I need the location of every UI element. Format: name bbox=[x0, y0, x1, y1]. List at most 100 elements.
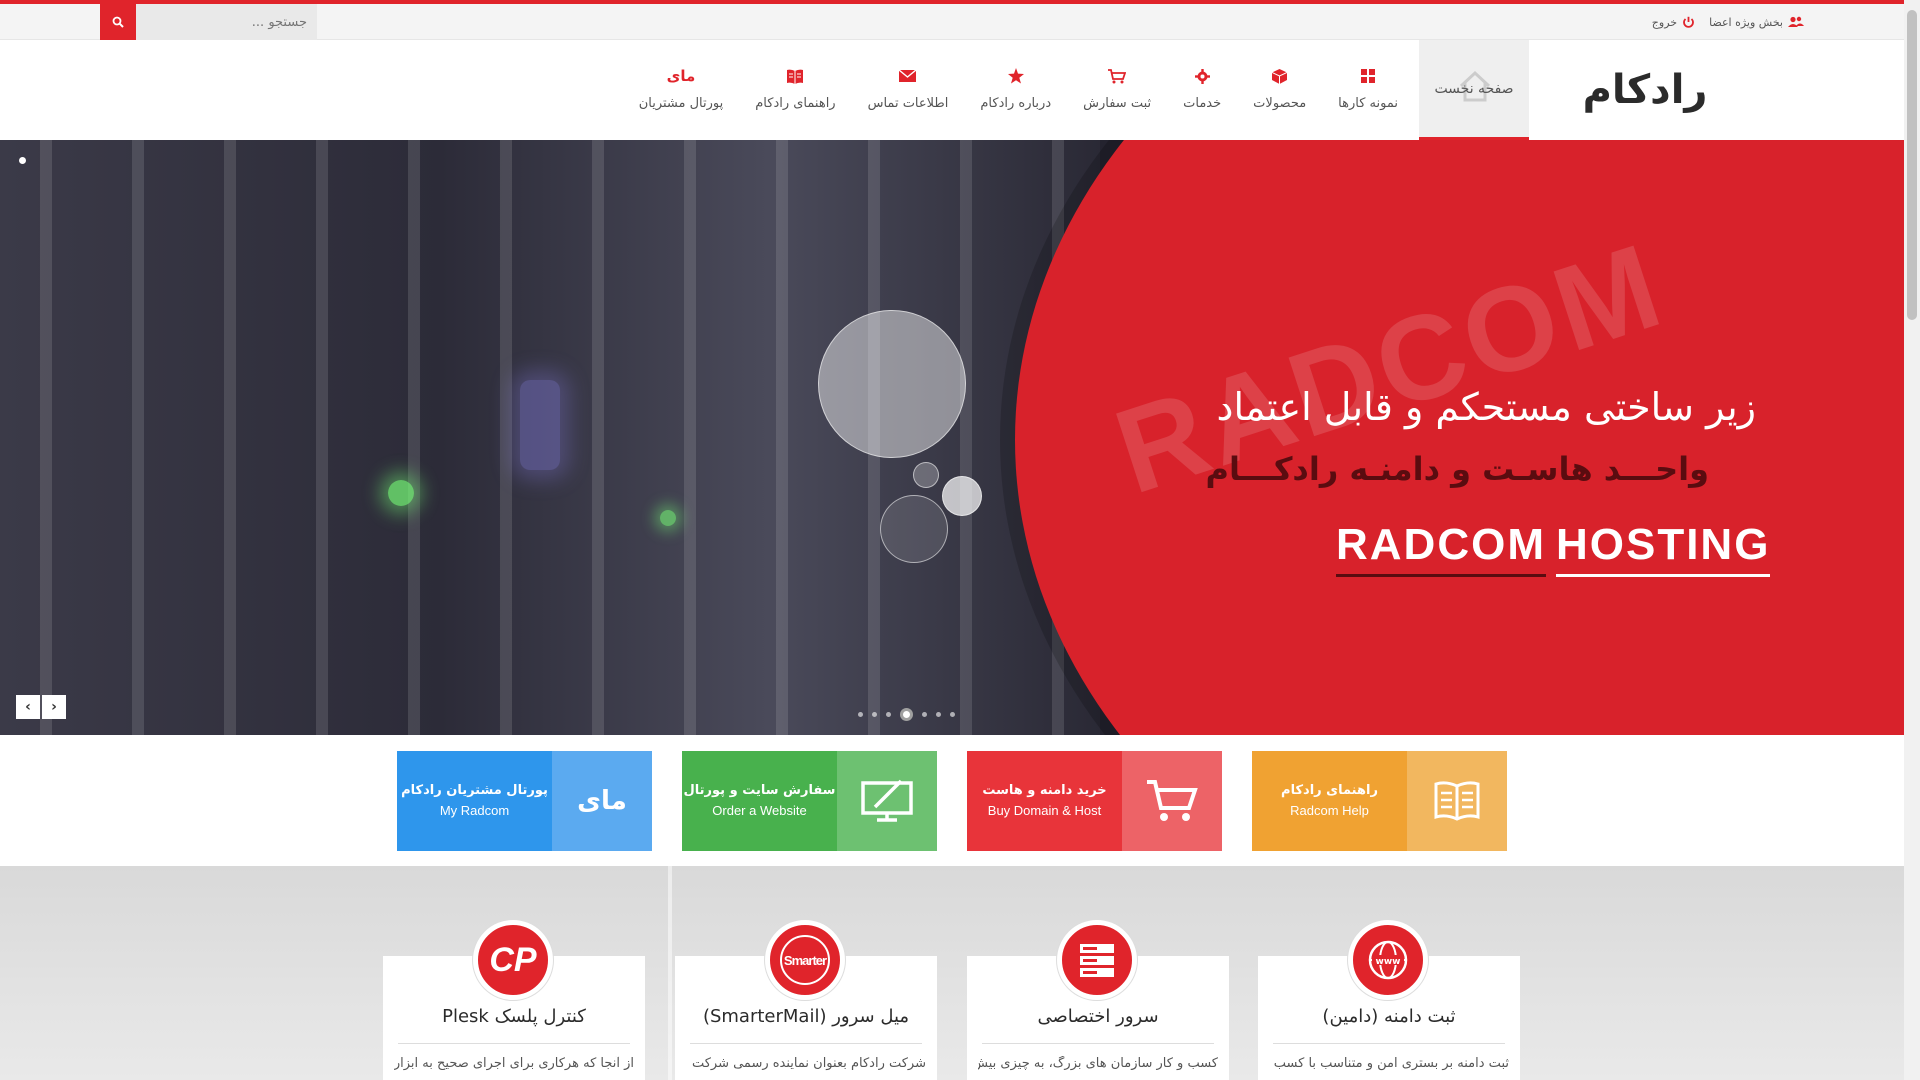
tile-title-fa: پورتال مشتریان رادکام bbox=[401, 783, 548, 798]
hero-brand: RADCOM HOSTING bbox=[1336, 520, 1771, 577]
box-icon bbox=[1272, 66, 1288, 86]
service-title: سرور اختصاصی bbox=[1037, 1006, 1159, 1027]
my-portal-icon: مای bbox=[577, 786, 627, 816]
svg-text:www: www bbox=[1376, 957, 1401, 967]
service-divider bbox=[690, 1043, 922, 1044]
slide-dot[interactable] bbox=[872, 712, 877, 717]
search-button[interactable] bbox=[100, 4, 136, 40]
rack-light-2 bbox=[660, 510, 676, 526]
tile-title-en: Order a Website bbox=[712, 803, 807, 818]
rack-light-3 bbox=[520, 380, 560, 470]
next-slide-button[interactable]: › bbox=[42, 695, 66, 719]
gear-icon bbox=[1194, 66, 1210, 86]
nav-item-guide[interactable]: راهنمای رادکام bbox=[739, 40, 851, 111]
service-description: شرکت رادکام بعنوان نماینده رسمی شرکت bbox=[691, 1056, 926, 1071]
tile-title-fa: خرید دامنه و هاست bbox=[982, 783, 1107, 798]
util-links: بخش ویژه اعضا خروج bbox=[1652, 4, 1804, 40]
tile-icon-box bbox=[837, 751, 937, 851]
slide-dot[interactable] bbox=[886, 712, 891, 717]
nav-label-about: درباره رادکام bbox=[980, 96, 1052, 111]
slide-dot-active[interactable] bbox=[900, 708, 913, 721]
service-divider bbox=[1273, 1043, 1505, 1044]
tile-title-fa: راهنمای رادکام bbox=[1281, 783, 1378, 798]
power-icon bbox=[1683, 16, 1694, 28]
slide-dot[interactable] bbox=[950, 712, 955, 717]
grid-icon bbox=[1361, 66, 1376, 86]
service-title: ثبت دامنه (دامین) bbox=[1322, 1006, 1456, 1027]
cpanel-logo: CP bbox=[489, 940, 537, 979]
utility-bar: بخش ویژه اعضا خروج bbox=[0, 4, 1904, 40]
slide-dots bbox=[858, 708, 955, 721]
brand-hosting: HOSTING bbox=[1555, 520, 1771, 577]
logout-label: خروج bbox=[1651, 15, 1678, 29]
tile-order-website[interactable]: سفارش سایت و پورتال Order a Website bbox=[682, 751, 937, 851]
tile-title-en: Buy Domain & Host bbox=[987, 803, 1102, 818]
nav-item-home[interactable]: صفحه نخست bbox=[1419, 40, 1529, 140]
tile-radcom-help[interactable]: راهنمای رادکام Radcom Help bbox=[1252, 751, 1507, 851]
nav-label-contact: اطلاعات تماس bbox=[867, 96, 949, 111]
nav-label-services: خدمات bbox=[1183, 96, 1222, 111]
bubble-large bbox=[818, 310, 966, 458]
tile-text: راهنمای رادکام Radcom Help bbox=[1252, 751, 1407, 851]
nav-label-products: محصولات bbox=[1253, 96, 1307, 111]
globe-www-icon: www bbox=[1368, 940, 1408, 980]
home-icon bbox=[1459, 70, 1491, 102]
scrollbar-thumb[interactable] bbox=[1907, 10, 1917, 320]
tile-icon-box bbox=[1407, 751, 1507, 851]
tile-buy-domain-host[interactable]: خرید دامنه و هاست Buy Domain & Host bbox=[967, 751, 1222, 851]
quick-tiles: راهنمای رادکام Radcom Help خرید دامنه و … bbox=[397, 751, 1507, 851]
nav-item-contact[interactable]: اطلاعات تماس bbox=[852, 40, 965, 111]
tile-icon-box: مای bbox=[552, 751, 652, 851]
slide-dot[interactable] bbox=[858, 712, 863, 717]
site-logo[interactable]: رادکام bbox=[1530, 40, 1760, 140]
server-icon bbox=[1080, 944, 1114, 977]
service-divider bbox=[398, 1043, 630, 1044]
service-badge-cp: CP bbox=[473, 920, 553, 1000]
slide-dot[interactable] bbox=[922, 712, 927, 717]
service-description: کسب و کار سازمان های بزرگ، به چیزی بیش bbox=[978, 1056, 1218, 1071]
service-description: ثبت دامنه بر بستری امن و متناسب با کسب bbox=[1273, 1056, 1509, 1071]
bg-decoration bbox=[668, 866, 672, 1080]
cart-icon bbox=[1108, 66, 1127, 86]
tile-text: سفارش سایت و پورتال Order a Website bbox=[682, 751, 837, 851]
nav-item-products[interactable]: محصولات bbox=[1237, 40, 1322, 111]
members-label: بخش ویژه اعضا bbox=[1709, 15, 1783, 29]
service-badge-server bbox=[1057, 920, 1137, 1000]
main-nav: نمونه کارها محصولات خدمات ثبت سفارش دربا… bbox=[623, 40, 1414, 140]
service-title: میل سرور (SmarterMail) bbox=[702, 1006, 910, 1027]
slide-dot[interactable] bbox=[936, 712, 941, 717]
prev-slide-button[interactable]: ‹ bbox=[16, 695, 40, 719]
nav-label-guide: راهنمای رادکام bbox=[755, 96, 836, 111]
search-input[interactable] bbox=[136, 4, 317, 40]
tile-my-radcom[interactable]: مای پورتال مشتریان رادکام My Radcom bbox=[397, 751, 652, 851]
bubble-small-1 bbox=[942, 476, 982, 516]
tile-text: پورتال مشتریان رادکام My Radcom bbox=[397, 751, 552, 851]
tile-title-fa: سفارش سایت و پورتال bbox=[683, 783, 836, 798]
cart-icon bbox=[1147, 780, 1198, 821]
page-scrollbar[interactable] bbox=[1904, 0, 1920, 1080]
nav-item-services[interactable]: خدمات bbox=[1167, 40, 1237, 111]
book-icon bbox=[1434, 781, 1480, 821]
monitor-icon bbox=[861, 779, 913, 822]
users-icon bbox=[1788, 16, 1804, 27]
hero-subtitle: واحـــد هاسـت و دامنـه رادکـــام bbox=[1205, 450, 1709, 488]
site-header: رادکام صفحه نخست نمونه کارها محصولات خدم… bbox=[0, 40, 1904, 140]
nav-item-portfolio[interactable]: نمونه کارها bbox=[1322, 40, 1414, 111]
logout-link[interactable]: خروج bbox=[1652, 16, 1695, 29]
service-title: کنترل پلسک Plesk bbox=[442, 1006, 586, 1027]
nav-label-order: ثبت سفارش bbox=[1083, 96, 1152, 111]
members-link[interactable]: بخش ویژه اعضا bbox=[1709, 16, 1804, 29]
tile-text: خرید دامنه و هاست Buy Domain & Host bbox=[967, 751, 1122, 851]
tile-title-en: My Radcom bbox=[439, 803, 510, 818]
nav-item-order[interactable]: ثبت سفارش bbox=[1067, 40, 1167, 111]
nav-item-about[interactable]: درباره رادکام bbox=[964, 40, 1067, 111]
search-icon bbox=[112, 16, 124, 28]
tile-icon-box bbox=[1122, 751, 1222, 851]
envelope-icon bbox=[899, 66, 917, 86]
service-divider bbox=[982, 1043, 1214, 1044]
service-description: از آنجا که هرکاری برای اجرای صحیح به ابز… bbox=[394, 1056, 634, 1071]
bubble-medium bbox=[880, 495, 948, 563]
services-section: www ثبت دامنه (دامین) ثبت دامنه بر بستری… bbox=[0, 866, 1904, 1080]
nav-item-portal[interactable]: مای پورتال مشتریان bbox=[623, 40, 740, 111]
nav-label-portfolio: نمونه کارها bbox=[1338, 96, 1398, 111]
